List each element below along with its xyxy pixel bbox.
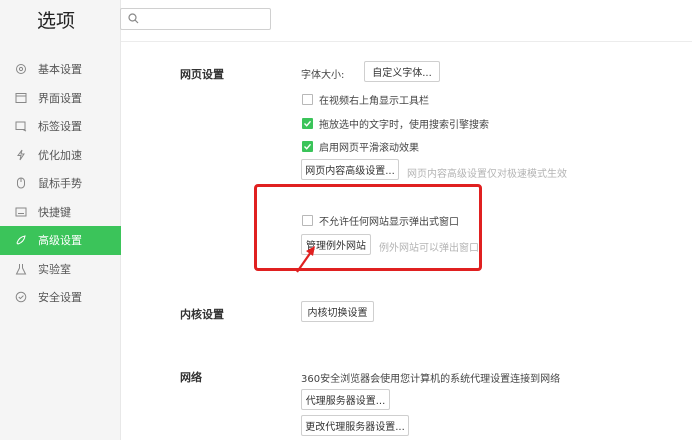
sidebar-item-tabs[interactable]: 标签设置 [0,112,121,141]
highlight-box [254,184,482,271]
sidebar-item-optimize[interactable]: 优化加速 [0,141,121,170]
sidebar-item-label: 基本设置 [38,63,82,77]
mouse-icon [14,176,28,190]
red-arrow-icon [296,246,315,273]
smooth-scroll-checkbox-label: 启用网页平滑滚动效果 [319,143,419,154]
sidebar-item-label: 优化加速 [38,148,82,162]
header-divider [121,41,692,42]
font-size-label: 字体大小: [301,70,345,81]
search-icon [128,13,139,24]
window-icon [14,91,28,105]
sidebar-item-label: 标签设置 [38,120,82,134]
smooth-scroll-checkbox[interactable] [302,141,313,152]
toolbar-checkbox-row[interactable]: 在视频右上角显示工具栏 [302,92,429,107]
section-title-kernel: 内核设置 [180,308,224,321]
sidebar-item-security[interactable]: 安全设置 [0,283,121,312]
smooth-scroll-checkbox-row[interactable]: 启用网页平滑滚动效果 [302,139,419,154]
toolbar-checkbox-label: 在视频右上角显示工具栏 [319,96,429,107]
sidebar-item-interface[interactable]: 界面设置 [0,84,121,113]
flask-icon [14,262,28,276]
kernel-switch-button[interactable]: 内核切换设置 [301,301,374,322]
proxy-settings-button[interactable]: 代理服务器设置... [301,389,390,410]
advanced-icon [14,233,28,247]
shield-icon [14,290,28,304]
search-checkbox-row[interactable]: 拖放选中的文字时，使用搜索引擎搜索 [302,116,489,131]
search-checkbox-label: 拖放选中的文字时，使用搜索引擎搜索 [319,120,489,131]
toolbar-checkbox[interactable] [302,94,313,105]
sidebar-item-mouse-gesture[interactable]: 鼠标手势 [0,169,121,198]
search-checkbox[interactable] [302,118,313,129]
sidebar-nav: 基本设置 界面设置 标签设置 优化加速 鼠标手势 快捷键 高级设置 实验室 安全… [0,55,121,312]
custom-font-button[interactable]: 自定义字体... [364,61,440,82]
sidebar-item-label: 安全设置 [38,291,82,305]
sidebar-item-label: 界面设置 [38,91,82,105]
tag-icon [14,119,28,133]
search-input[interactable] [120,8,271,30]
checkmark-icon [304,143,312,150]
checkmark-icon [304,120,312,127]
sidebar-item-advanced[interactable]: 高级设置 [0,226,121,255]
content-advanced-hint: 网页内容高级设置仅对极速模式生效 [407,169,567,180]
sidebar-item-basic[interactable]: 基本设置 [0,55,121,84]
sidebar-item-label: 鼠标手势 [38,177,82,191]
content-advanced-button[interactable]: 网页内容高级设置... [301,159,399,180]
sidebar-item-label: 高级设置 [38,234,82,248]
section-title-web: 网页设置 [180,68,224,81]
keyboard-icon [14,205,28,219]
network-description: 360安全浏览器会使用您计算机的系统代理设置连接到网络 [301,374,561,385]
sidebar-item-label: 实验室 [38,262,71,276]
lightning-icon [14,148,28,162]
sidebar-item-label: 快捷键 [38,205,71,219]
section-title-network: 网络 [180,371,202,384]
page-title: 选项 [37,10,76,32]
gear-icon [14,62,28,76]
sidebar-item-lab[interactable]: 实验室 [0,255,121,284]
sidebar-item-shortcuts[interactable]: 快捷键 [0,198,121,227]
change-proxy-button[interactable]: 更改代理服务器设置... [301,415,409,436]
